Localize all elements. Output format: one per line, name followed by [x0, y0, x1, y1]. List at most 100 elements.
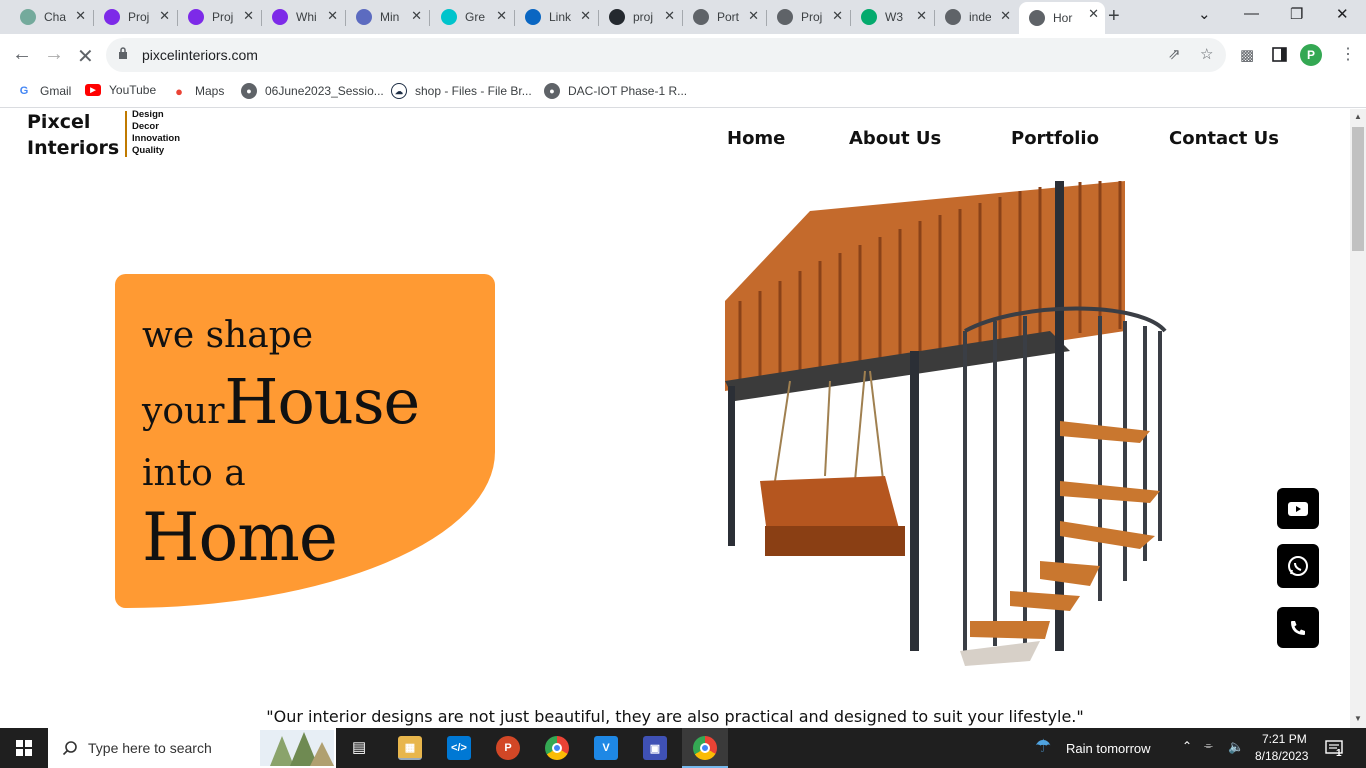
browser-tab[interactable]: proj ✕: [599, 4, 681, 30]
hero-line4: Home: [142, 499, 338, 576]
close-tab-icon[interactable]: ✕: [1000, 8, 1011, 24]
browser-tab[interactable]: Port ✕: [683, 4, 765, 30]
powerpoint-icon[interactable]: P: [496, 736, 520, 760]
close-window-icon[interactable]: ✕: [1336, 5, 1349, 23]
extensions-icon[interactable]: ▩: [1240, 46, 1254, 64]
browser-tab[interactable]: Cha ✕: [10, 4, 92, 30]
bookmark-session[interactable]: ● 06June2023_Sessio...: [241, 83, 384, 99]
stop-loading-icon[interactable]: ✕: [77, 44, 94, 69]
search-icon: [62, 741, 77, 756]
nav-contact[interactable]: Contact Us: [1169, 128, 1279, 149]
chatgpt-icon: [20, 9, 36, 25]
canva-icon: [441, 9, 457, 25]
tab-label: Port: [717, 10, 739, 24]
bookmark-gmail[interactable]: G Gmail: [16, 83, 72, 99]
browser-tab[interactable]: W3 ✕: [851, 4, 933, 30]
browser-tab[interactable]: inde ✕: [935, 4, 1017, 30]
taskbar-search[interactable]: Type here to search: [48, 728, 336, 768]
phone-button[interactable]: [1277, 607, 1319, 648]
weather-text[interactable]: Rain tomorrow: [1066, 741, 1151, 756]
browser-tab[interactable]: Proj ✕: [94, 4, 176, 30]
maps-icon: ●: [175, 83, 183, 99]
share-icon[interactable]: ⇗: [1168, 45, 1181, 63]
weather-rain-icon[interactable]: ☂: [1035, 736, 1051, 757]
browser-tab[interactable]: Gre ✕: [431, 4, 513, 30]
hero-line3: into a: [142, 453, 246, 494]
virtualbox-icon[interactable]: V: [594, 736, 618, 760]
scroll-up-arrow-icon[interactable]: ▲: [1354, 112, 1362, 121]
browser-tab[interactable]: Proj ✕: [767, 4, 849, 30]
clock-date[interactable]: 8/18/2023: [1255, 749, 1308, 763]
language-icon[interactable]: ⌯: [1204, 740, 1213, 753]
task-view-icon[interactable]: ▤: [352, 738, 366, 756]
web-page: Pixcel Interiors Design Decor Innovation…: [0, 109, 1350, 728]
globe-icon: [945, 9, 961, 25]
tray-chevron-icon[interactable]: ⌃: [1182, 739, 1192, 753]
url-text[interactable]: pixcelinteriors.com: [142, 47, 258, 63]
close-tab-icon[interactable]: ✕: [832, 8, 843, 24]
close-tab-icon[interactable]: ✕: [748, 8, 759, 24]
phone-icon: [1291, 620, 1305, 635]
bookmark-maps[interactable]: ● Maps: [171, 83, 224, 99]
linkedin-icon: [525, 9, 541, 25]
bookmark-shop[interactable]: ☁ shop - Files - File Br...: [391, 83, 532, 99]
scrollbar-thumb[interactable]: [1352, 127, 1364, 251]
printer-icon: [356, 9, 372, 25]
menu-kebab-icon[interactable]: ⋮: [1340, 44, 1356, 64]
nav-portfolio[interactable]: Portfolio: [1011, 128, 1099, 149]
staircase-swing-image: [725, 181, 1167, 666]
close-tab-icon[interactable]: ✕: [159, 8, 170, 24]
tab-label: W3: [885, 10, 903, 24]
browser-tab[interactable]: Link ✕: [515, 4, 597, 30]
chrome-active-taskbar[interactable]: [682, 728, 728, 768]
close-tab-icon[interactable]: ✕: [75, 8, 86, 24]
w3schools-icon: [861, 9, 877, 25]
back-icon[interactable]: ←: [12, 43, 32, 66]
globe-icon: [777, 9, 793, 25]
youtube-button[interactable]: [1277, 488, 1319, 529]
close-tab-icon[interactable]: ✕: [411, 8, 422, 24]
globe-icon: ●: [544, 83, 560, 99]
canva-icon: [104, 9, 120, 25]
bookmark-star-icon[interactable]: ☆: [1200, 45, 1213, 63]
page-scrollbar[interactable]: ▲ ▼: [1350, 109, 1366, 728]
new-tab-icon[interactable]: +: [1108, 5, 1120, 28]
browser-tab[interactable]: Proj ✕: [178, 4, 260, 30]
file-explorer-icon[interactable]: ▦: [398, 736, 422, 760]
browser-tab[interactable]: Hor ✕: [1019, 2, 1105, 34]
scroll-down-arrow-icon[interactable]: ▼: [1354, 714, 1362, 723]
vscode-icon[interactable]: </>: [447, 736, 471, 760]
minimize-icon[interactable]: —: [1244, 5, 1259, 22]
chrome-icon[interactable]: [545, 736, 569, 760]
windows-start-icon[interactable]: [16, 740, 32, 756]
forward-icon[interactable]: →: [44, 43, 64, 66]
restore-icon[interactable]: ❐: [1290, 5, 1303, 23]
browser-tab[interactable]: Whi ✕: [262, 4, 344, 30]
browser-tab[interactable]: Min ✕: [346, 4, 428, 30]
bookmark-youtube[interactable]: ▶ YouTube: [85, 83, 156, 97]
close-tab-icon[interactable]: ✕: [580, 8, 591, 24]
profile-avatar[interactable]: P: [1300, 44, 1322, 66]
close-tab-icon[interactable]: ✕: [327, 8, 338, 24]
lock-icon[interactable]: [118, 47, 128, 59]
chevron-down-icon[interactable]: ⌄: [1198, 5, 1211, 23]
close-tab-icon[interactable]: ✕: [664, 8, 675, 24]
tab-label: Gre: [465, 10, 486, 24]
site-logo[interactable]: Pixcel Interiors Design Decor Innovation…: [27, 109, 180, 161]
github-icon: [609, 9, 625, 25]
tab-label: Proj: [801, 10, 823, 24]
tab-label: Min: [380, 10, 400, 24]
close-tab-icon[interactable]: ✕: [916, 8, 927, 24]
close-tab-icon[interactable]: ✕: [243, 8, 254, 24]
whatsapp-button[interactable]: [1277, 544, 1319, 588]
bookmark-dac-iot[interactable]: ● DAC-IOT Phase-1 R...: [544, 83, 687, 99]
close-tab-icon[interactable]: ✕: [496, 8, 507, 24]
network-tool-icon[interactable]: ▣: [643, 736, 667, 760]
clock-time[interactable]: 7:21 PM: [1262, 732, 1307, 746]
side-panel-icon[interactable]: [1272, 47, 1287, 62]
volume-icon[interactable]: 🔈: [1228, 739, 1244, 755]
nav-about[interactable]: About Us: [849, 128, 941, 149]
nav-home[interactable]: Home: [727, 128, 785, 149]
address-bar[interactable]: pixcelinteriors.com ⇗ ☆: [106, 38, 1226, 72]
close-tab-icon[interactable]: ✕: [1088, 6, 1099, 22]
